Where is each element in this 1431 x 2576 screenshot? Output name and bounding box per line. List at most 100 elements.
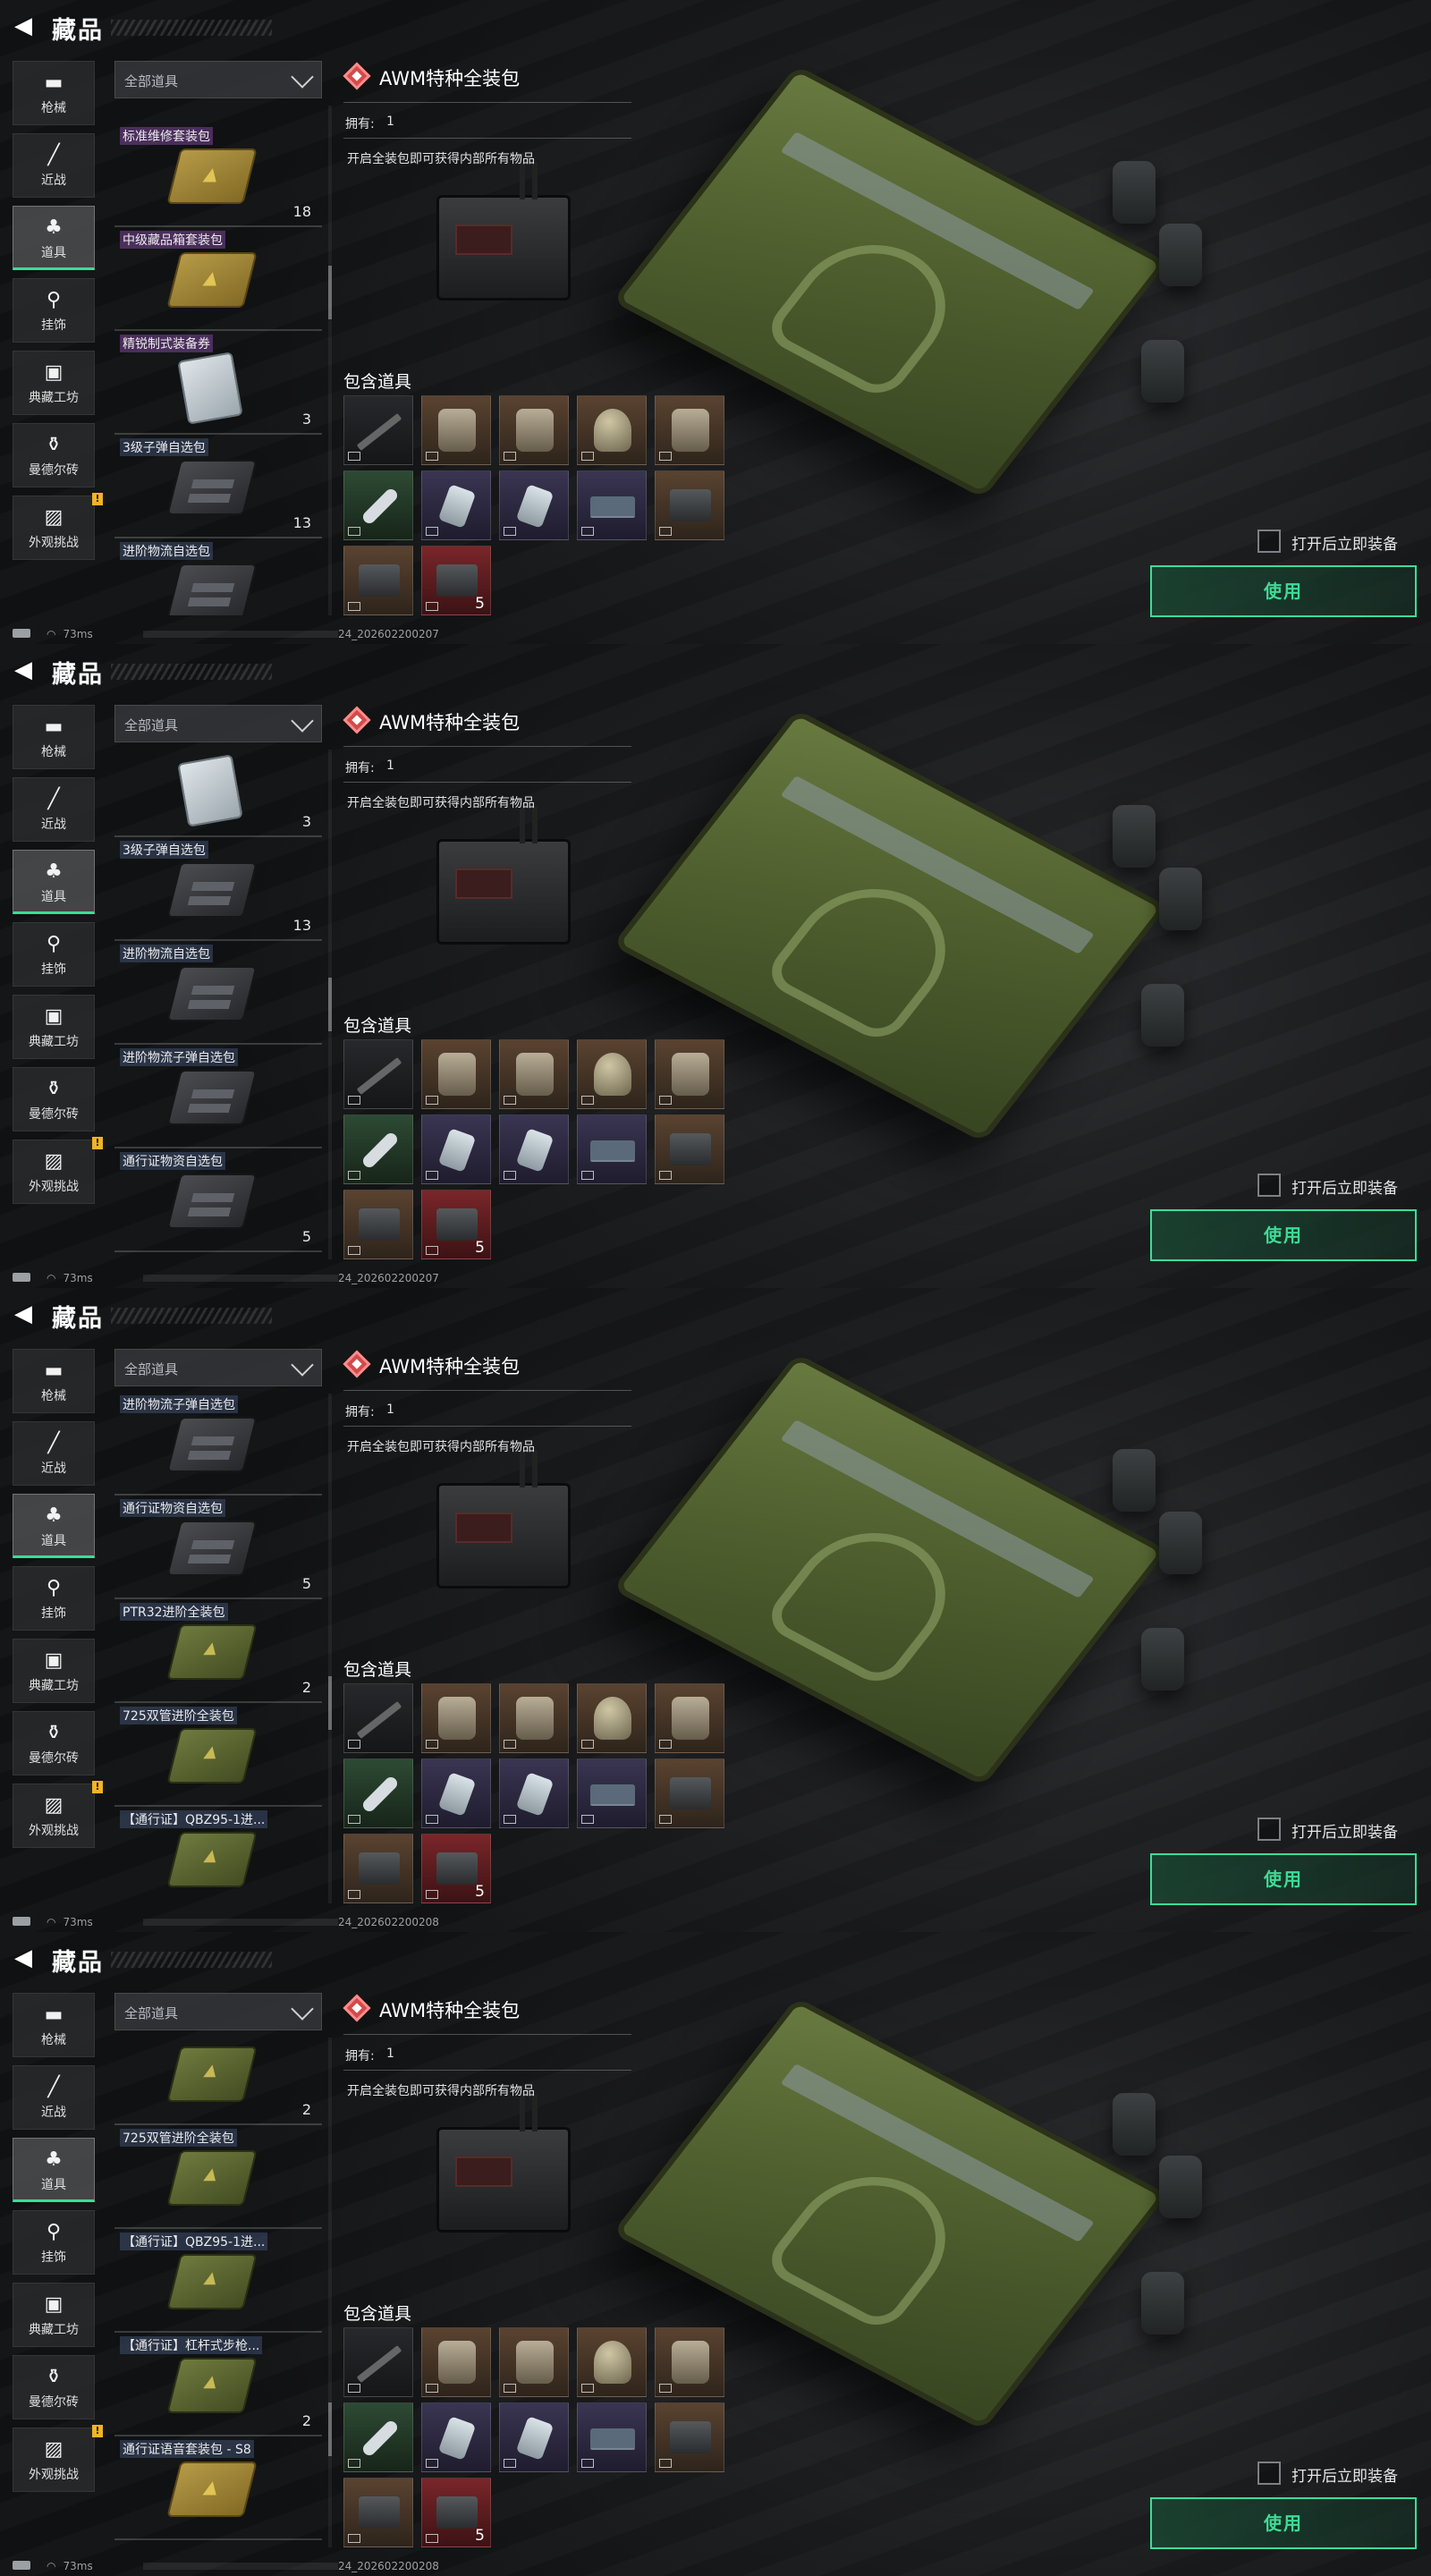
nav-item[interactable]: ⚱ 曼德尔砖 (13, 1067, 95, 1131)
content-slot[interactable]: 5 (421, 1834, 491, 1903)
content-slot[interactable] (655, 1039, 724, 1109)
nav-item[interactable]: ▣ 典藏工坊 (13, 2283, 95, 2347)
use-button[interactable]: 使用 (1150, 1853, 1417, 1905)
content-slot[interactable] (499, 395, 569, 465)
item-list[interactable]: 进阶物流子弹自选包通行证物资自选包 5 PTR32进阶全装包 2 725双管进阶全装包【… (114, 1394, 322, 1903)
nav-item[interactable]: ╱ 近战 (13, 133, 95, 198)
content-slot[interactable] (343, 1114, 413, 1184)
nav-item[interactable]: ♣ 道具 (13, 1494, 95, 1558)
content-slot[interactable] (421, 2327, 491, 2397)
item-card[interactable]: 3级子弹自选包 13 (114, 435, 322, 538)
nav-item[interactable]: ▨ 外观挑战! (13, 1781, 103, 1848)
nav-item[interactable]: ⚱ 曼德尔砖 (13, 1711, 95, 1775)
nav-item[interactable]: ⚱ 曼德尔砖 (13, 423, 95, 487)
nav-item[interactable]: ╱ 近战 (13, 777, 95, 842)
content-slot[interactable] (343, 395, 413, 465)
item-card[interactable]: 标准维修套装包 18 (114, 123, 322, 227)
scrollbar-thumb[interactable] (328, 1676, 332, 1730)
filter-dropdown[interactable]: 全部道具 (114, 61, 322, 98)
content-slot[interactable] (499, 1114, 569, 1184)
content-slot[interactable] (499, 470, 569, 540)
item-list[interactable]: 标准维修套装包 18 中级藏品箱套装包精锐制式装备券 3 3级子弹自选包 13 进阶物流自选… (114, 106, 322, 615)
item-card[interactable]: 通行证物资自选包 5 (114, 1496, 322, 1599)
back-icon[interactable]: ◀ (14, 14, 38, 38)
equip-after-open-checkbox[interactable] (1257, 1174, 1281, 1197)
nav-item[interactable]: ♣ 道具 (13, 206, 95, 270)
item-card[interactable]: 3 (114, 750, 322, 837)
nav-item[interactable]: ⚲ 挂饰 (13, 922, 95, 987)
nav-item[interactable]: ▬ 枪械 (13, 705, 95, 769)
content-slot[interactable] (421, 1039, 491, 1109)
content-slot[interactable] (655, 2402, 724, 2472)
content-slot[interactable] (343, 1758, 413, 1828)
nav-item[interactable]: ▣ 典藏工坊 (13, 1639, 95, 1703)
nav-item[interactable]: ♣ 道具 (13, 2138, 95, 2202)
item-card[interactable]: 精锐制式装备券 3 (114, 331, 322, 435)
content-slot[interactable] (655, 1683, 724, 1753)
content-slot[interactable] (655, 395, 724, 465)
item-card[interactable]: 进阶物流子弹自选包 (114, 1045, 322, 1148)
nav-item[interactable]: ⚲ 挂饰 (13, 278, 95, 343)
item-card[interactable]: 进阶物流子弹自选包 (114, 1394, 322, 1496)
scrollbar-thumb[interactable] (328, 978, 332, 1031)
scrollbar-thumb[interactable] (328, 266, 332, 319)
content-slot[interactable] (655, 2327, 724, 2397)
item-card[interactable]: 进阶物流自选包 (114, 941, 322, 1045)
content-slot[interactable] (499, 1039, 569, 1109)
nav-item[interactable]: ╱ 近战 (13, 1421, 95, 1486)
filter-dropdown[interactable]: 全部道具 (114, 1349, 322, 1386)
equip-after-open-checkbox[interactable] (1257, 2462, 1281, 2485)
nav-item[interactable]: ⚱ 曼德尔砖 (13, 2355, 95, 2419)
nav-item[interactable]: ♣ 道具 (13, 850, 95, 914)
list-scrollbar[interactable] (328, 750, 332, 1259)
content-slot[interactable] (499, 2327, 569, 2397)
content-slot[interactable] (577, 2402, 647, 2472)
scrollbar-thumb[interactable] (328, 2402, 332, 2456)
item-card[interactable]: 3级子弹自选包 13 (114, 837, 322, 941)
content-slot[interactable] (655, 470, 724, 540)
content-slot[interactable] (577, 1114, 647, 1184)
item-card[interactable]: 通行证语音套装包 - S8 (114, 2436, 322, 2540)
item-card[interactable]: PTR32进阶全装包 2 (114, 1599, 322, 1703)
use-button[interactable]: 使用 (1150, 565, 1417, 617)
content-slot[interactable] (577, 2327, 647, 2397)
content-slot[interactable] (421, 1114, 491, 1184)
equip-after-open-checkbox[interactable] (1257, 530, 1281, 553)
back-icon[interactable]: ◀ (14, 658, 38, 682)
content-slot[interactable] (421, 470, 491, 540)
content-slot[interactable] (499, 1683, 569, 1753)
back-icon[interactable]: ◀ (14, 1302, 38, 1326)
content-slot[interactable] (343, 470, 413, 540)
content-slot[interactable] (343, 546, 413, 615)
use-button[interactable]: 使用 (1150, 1209, 1417, 1261)
content-slot[interactable] (343, 2402, 413, 2472)
nav-item[interactable]: ▨ 外观挑战! (13, 493, 103, 560)
back-icon[interactable]: ◀ (14, 1946, 38, 1970)
content-slot[interactable] (655, 1758, 724, 1828)
content-slot[interactable] (577, 395, 647, 465)
filter-dropdown[interactable]: 全部道具 (114, 1993, 322, 2030)
list-scrollbar[interactable] (328, 1394, 332, 1903)
nav-item[interactable]: ▣ 典藏工坊 (13, 995, 95, 1059)
content-slot[interactable] (577, 1758, 647, 1828)
list-scrollbar[interactable] (328, 2038, 332, 2547)
nav-item[interactable]: ⚲ 挂饰 (13, 2210, 95, 2275)
content-slot[interactable]: 5 (421, 2478, 491, 2547)
item-card[interactable]: 725双管进阶全装包 (114, 2125, 322, 2229)
content-slot[interactable] (343, 1683, 413, 1753)
item-card[interactable]: 【通行证】QBZ95-1进... (114, 2229, 322, 2333)
content-slot[interactable]: 5 (421, 1190, 491, 1259)
content-slot[interactable] (343, 1039, 413, 1109)
nav-item[interactable]: ▨ 外观挑战! (13, 2425, 103, 2492)
content-slot[interactable] (655, 1114, 724, 1184)
content-slot[interactable] (421, 2402, 491, 2472)
item-card[interactable]: 【通行证】QBZ95-1进... (114, 1807, 322, 1903)
nav-item[interactable]: ▬ 枪械 (13, 1349, 95, 1413)
item-list[interactable]: 2 725双管进阶全装包【通行证】QBZ95-1进... 【通行证】杠杆式步枪...… (114, 2038, 322, 2547)
nav-item[interactable]: ▬ 枪械 (13, 1993, 95, 2057)
nav-item[interactable]: ▣ 典藏工坊 (13, 351, 95, 415)
item-card[interactable]: 通行证物资自选包 5 (114, 1148, 322, 1252)
item-card[interactable]: 725双管进阶全装包 (114, 1703, 322, 1807)
content-slot[interactable] (421, 1758, 491, 1828)
content-slot[interactable] (421, 1683, 491, 1753)
